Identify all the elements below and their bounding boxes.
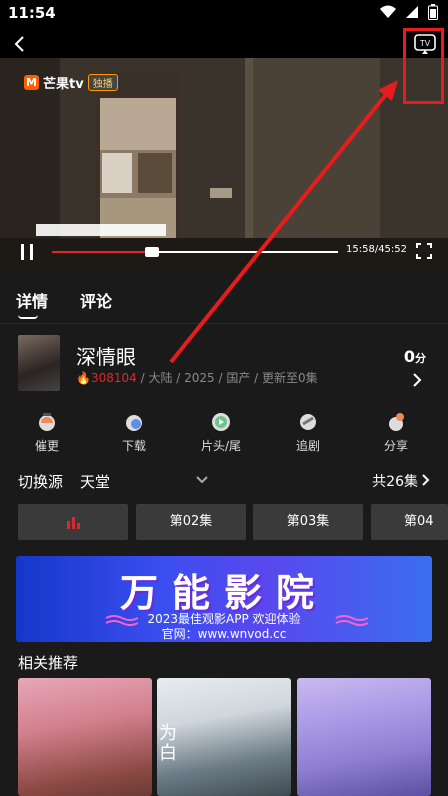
banner-url: 官网：www.wnvod.cc: [161, 627, 287, 641]
player-controls: 15:58/45:52: [0, 240, 448, 264]
action-label: 追剧: [295, 439, 320, 453]
action-download[interactable]: 下载: [104, 411, 164, 454]
episode-count[interactable]: 共26集: [372, 471, 418, 491]
channel-logo: M 芒果tv 独播: [24, 73, 118, 92]
ad-banner[interactable]: 万能影院 2023最佳观影APP 欢迎体验 官网：www.wnvod.cc: [16, 556, 432, 642]
video-caption-strip: [36, 224, 166, 236]
episode-item[interactable]: 第04: [371, 504, 448, 540]
fullscreen-icon[interactable]: [416, 243, 432, 259]
action-label: 下载: [121, 439, 146, 453]
action-share[interactable]: 分享: [366, 411, 426, 454]
progress-bar[interactable]: [52, 247, 338, 257]
source-switch-row: 切换源 天堂 共26集: [0, 466, 448, 496]
player-top-bar: TV: [0, 28, 448, 58]
show-meta: 🔥308104 / 大陆 / 2025 / 国产 / 更新至0集: [76, 369, 318, 386]
score-value: 0: [403, 347, 415, 366]
chevron-right-icon[interactable]: [412, 373, 422, 387]
show-poster: [18, 335, 60, 391]
pause-icon[interactable]: [20, 244, 34, 260]
follow-icon: [300, 414, 316, 430]
chevron-right-icon[interactable]: [422, 474, 430, 486]
show-info[interactable]: 深情眼 🔥308104 / 大陆 / 2025 / 国产 / 更新至0集 0分: [0, 325, 448, 405]
progress-fill: [52, 251, 153, 253]
progress-knob[interactable]: [145, 247, 160, 257]
hot-count: 308104: [90, 371, 137, 385]
annotation-highlight-box: [403, 28, 444, 104]
mango-logo-icon: M: [24, 75, 39, 90]
tab-details[interactable]: 详情: [16, 288, 48, 312]
playing-bars-icon: [67, 517, 80, 529]
poster-text: 为 白: [159, 723, 177, 764]
action-label: 催更: [34, 439, 59, 453]
urge-icon: [39, 413, 55, 431]
show-title: 深情眼: [76, 345, 136, 369]
status-time: 11:54: [8, 4, 56, 22]
chevron-down-icon[interactable]: [196, 475, 208, 485]
action-follow[interactable]: 追剧: [278, 411, 338, 454]
score-unit: 分: [415, 352, 426, 365]
recommendation-card[interactable]: [18, 678, 152, 796]
episode-item[interactable]: 第02集: [136, 504, 246, 540]
back-arrow-icon[interactable]: [10, 34, 30, 54]
episode-list: 第02集 第03集 第04: [0, 504, 448, 540]
flame-icon: 🔥: [76, 371, 91, 385]
status-bar: 11:54: [0, 0, 448, 28]
detail-tabs: 详情 评论: [0, 272, 448, 324]
status-icons: [380, 4, 438, 20]
recommendations-title: 相关推荐: [18, 654, 79, 672]
logo-text: 芒果tv: [43, 77, 84, 92]
action-urge[interactable]: 催更: [17, 411, 77, 454]
episode-item[interactable]: 第03集: [253, 504, 363, 540]
download-icon: [126, 415, 142, 431]
share-icon: [389, 413, 404, 431]
action-label: 片头/尾: [200, 439, 242, 453]
active-tab-indicator: [18, 315, 38, 319]
banner-title: 万能影院: [119, 571, 328, 615]
recommendation-card[interactable]: [297, 678, 431, 796]
source-label: 切换源: [18, 473, 64, 491]
logo-tag: 独播: [87, 74, 118, 91]
tab-comments[interactable]: 评论: [80, 288, 112, 312]
action-label: 分享: [383, 439, 408, 453]
show-score: 0分: [404, 347, 426, 366]
action-bar: 催更 下载 片头/尾 追剧 分享: [0, 405, 448, 461]
wifi-icon: [380, 5, 396, 18]
meta-text: / 大陆 / 2025 / 国产 / 更新至0集: [136, 371, 318, 385]
recommendation-card[interactable]: 为 白: [157, 678, 291, 796]
skip-intro-icon: [212, 413, 230, 431]
action-skip-intro[interactable]: 片头/尾: [191, 411, 251, 454]
signal-icon: [406, 6, 418, 18]
source-select[interactable]: 天堂: [80, 471, 110, 492]
episode-item-playing[interactable]: [18, 504, 128, 540]
time-display: 15:58/45:52: [346, 244, 408, 255]
battery-icon: [428, 4, 438, 20]
